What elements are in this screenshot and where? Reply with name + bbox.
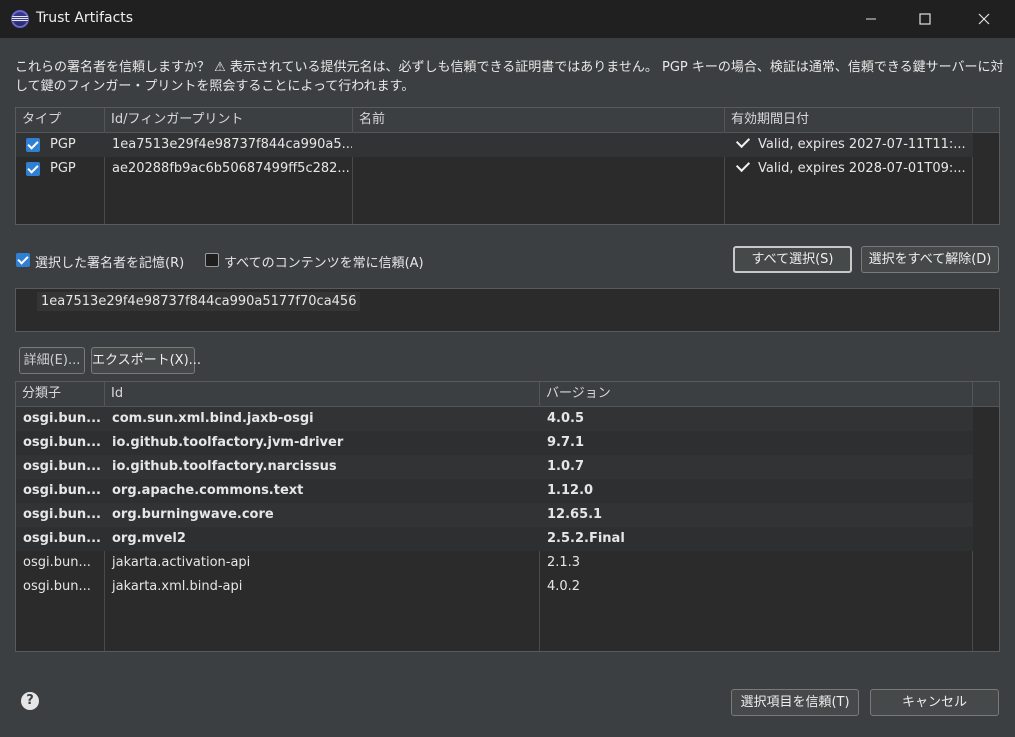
- artifact-row[interactable]: osgi.bun... org.burningwave.core 12.65.1: [16, 503, 973, 527]
- signer-validity: Valid, expires 2028-07-01T09:...: [725, 157, 972, 181]
- artifact-classifier: osgi.bun...: [23, 579, 91, 594]
- cancel-button[interactable]: キャンセル: [870, 689, 999, 716]
- export-button[interactable]: エクスポート(X)...: [91, 347, 201, 374]
- artifact-id: org.mvel2: [112, 531, 186, 546]
- fingerprint-detail-panel: 1ea7513e29f4e98737f844ca990a5177f70ca456: [15, 288, 1000, 332]
- details-button[interactable]: 詳細(E)...: [19, 347, 85, 374]
- artifact-version: 1.12.0: [547, 483, 594, 498]
- artifact-row[interactable]: osgi.bun... jakarta.activation-api 2.1.3: [16, 551, 973, 575]
- artifact-id: org.apache.commons.text: [112, 483, 304, 498]
- artifact-version: 4.0.5: [547, 411, 585, 426]
- signer-fingerprint: ae20288fb9ac6b50687499ff5c282...: [112, 161, 350, 176]
- trust-selected-button[interactable]: 選択項目を信頼(T): [731, 689, 859, 716]
- column-header-fingerprint[interactable]: Id/フィンガープリント: [105, 108, 353, 132]
- trust-all-label[interactable]: すべてのコンテンツを常に信頼(A): [224, 252, 424, 271]
- signer-type: PGP: [50, 161, 76, 176]
- signer-fingerprint: 1ea7513e29f4e98737f844ca990a5...: [112, 137, 352, 152]
- artifact-row[interactable]: osgi.bun... io.github.toolfactory.narciss…: [16, 455, 973, 479]
- valid-check-icon: [735, 157, 751, 173]
- artifact-version: 12.65.1: [547, 507, 603, 522]
- maximize-button[interactable]: [901, 0, 949, 38]
- column-header-validity[interactable]: 有効期間日付: [725, 108, 973, 132]
- close-icon: [978, 13, 990, 25]
- signers-table-header: タイプ Id/フィンガープリント 名前 有効期間日付: [16, 108, 999, 133]
- artifact-version: 9.7.1: [547, 435, 585, 450]
- trust-description: これらの署名者を信頼しますか？ ⚠ 表示されている提供元名は、必ずしも信頼できる…: [15, 60, 1004, 94]
- trust-all-checkbox[interactable]: [205, 253, 219, 267]
- signer-name: [353, 157, 724, 181]
- signer-validity: Valid, expires 2027-07-11T11:...: [725, 133, 972, 157]
- artifacts-table-header: 分類子 Id バージョン: [16, 382, 999, 407]
- remember-signers-checkbox[interactable]: [16, 253, 30, 267]
- artifact-classifier: osgi.bun...: [23, 435, 101, 450]
- signer-type: PGP: [50, 137, 76, 152]
- column-header-version[interactable]: バージョン: [540, 382, 973, 406]
- artifact-row[interactable]: osgi.bun... jakarta.xml.bind-api 4.0.2: [16, 575, 973, 599]
- deselect-all-button[interactable]: 選択をすべて解除(D): [861, 246, 999, 273]
- artifact-id: jakarta.xml.bind-api: [112, 579, 243, 594]
- artifact-classifier: osgi.bun...: [23, 555, 91, 570]
- signer-checkbox[interactable]: [26, 138, 40, 152]
- window-title: Trust Artifacts: [36, 10, 134, 26]
- select-all-button[interactable]: すべて選択(S): [733, 246, 852, 273]
- artifact-row[interactable]: osgi.bun... org.apache.commons.text 1.12.0: [16, 479, 973, 503]
- help-icon[interactable]: ?: [21, 692, 39, 710]
- signer-row[interactable]: PGP ae20288fb9ac6b50687499ff5c282... Val…: [16, 157, 973, 181]
- artifact-classifier: osgi.bun...: [23, 411, 101, 426]
- artifact-version: 4.0.2: [547, 579, 581, 594]
- artifact-id: io.github.toolfactory.jvm-driver: [112, 435, 344, 450]
- minimize-button[interactable]: [847, 0, 895, 38]
- maximize-icon: [919, 13, 931, 25]
- signers-table[interactable]: タイプ Id/フィンガープリント 名前 有効期間日付 PGP 1ea7513e2…: [15, 107, 1000, 225]
- artifact-classifier: osgi.bun...: [23, 507, 101, 522]
- signer-checkbox[interactable]: [26, 162, 40, 176]
- artifact-row[interactable]: osgi.bun... com.sun.xml.bind.jaxb-osgi 4.0…: [16, 407, 973, 431]
- artifact-id: jakarta.activation-api: [112, 555, 251, 570]
- artifact-version: 2.5.2.Final: [547, 531, 625, 546]
- artifacts-table[interactable]: 分類子 Id バージョン osgi.bun... com.sun.xml.bind…: [15, 381, 1000, 652]
- artifact-version: 1.0.7: [547, 459, 585, 474]
- column-header-name[interactable]: 名前: [353, 108, 725, 132]
- column-header-type[interactable]: タイプ: [16, 108, 105, 132]
- artifact-id: com.sun.xml.bind.jaxb-osgi: [112, 411, 314, 426]
- signer-name: [353, 133, 724, 157]
- artifact-id: io.github.toolfactory.narcissus: [112, 459, 337, 474]
- column-header-id[interactable]: Id: [105, 382, 540, 406]
- artifact-row[interactable]: osgi.bun... io.github.toolfactory.jvm-dri…: [16, 431, 973, 455]
- title-bar[interactable]: Trust Artifacts: [0, 0, 1015, 38]
- artifact-id: org.burningwave.core: [112, 507, 274, 522]
- remember-signers-label[interactable]: 選択した署名者を記憶(R): [35, 252, 184, 271]
- artifact-version: 2.1.3: [547, 555, 581, 570]
- valid-check-icon: [735, 133, 751, 149]
- artifact-classifier: osgi.bun...: [23, 531, 101, 546]
- artifact-row[interactable]: osgi.bun... org.mvel2 2.5.2.Final: [16, 527, 973, 551]
- artifact-classifier: osgi.bun...: [23, 459, 101, 474]
- column-header-classifier[interactable]: 分類子: [16, 382, 105, 406]
- close-button[interactable]: [960, 0, 1008, 38]
- artifact-classifier: osgi.bun...: [23, 483, 101, 498]
- eclipse-app-icon: [11, 10, 29, 28]
- signer-row[interactable]: PGP 1ea7513e29f4e98737f844ca990a5... Val…: [16, 133, 973, 157]
- fingerprint-detail-text[interactable]: 1ea7513e29f4e98737f844ca990a5177f70ca456: [37, 292, 361, 311]
- minimize-icon: [866, 18, 876, 20]
